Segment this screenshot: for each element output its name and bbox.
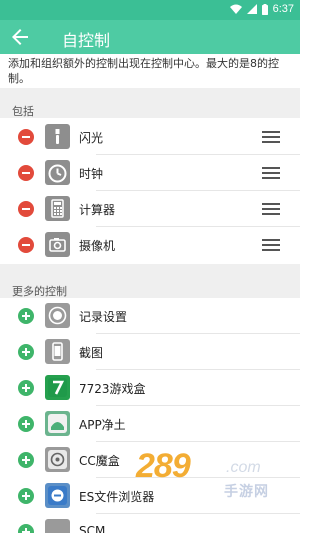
control-row-app-pure[interactable]: APP净土: [0, 406, 300, 442]
status-icons: 6:37: [229, 3, 294, 15]
control-row-flashlight[interactable]: 闪光: [0, 119, 300, 155]
timer-icon: [45, 160, 70, 185]
control-row-partial[interactable]: SCM...: [0, 514, 300, 533]
wifi-icon: [229, 4, 242, 14]
add-button[interactable]: [18, 308, 34, 324]
back-button[interactable]: [8, 25, 32, 49]
watermark-text: 手游网: [224, 484, 269, 500]
add-button[interactable]: [18, 524, 34, 533]
control-label: 记录设置: [79, 310, 128, 324]
es-file-explorer-icon: [45, 483, 70, 508]
add-button[interactable]: [18, 416, 34, 432]
control-row-camera[interactable]: 摄像机: [0, 227, 300, 263]
control-row-calculator[interactable]: 计算器: [0, 191, 300, 227]
arrow-left-icon: [12, 29, 28, 45]
remove-button[interactable]: [18, 129, 34, 145]
drag-handle-icon[interactable]: [262, 131, 280, 143]
status-bar: 6:37: [0, 0, 300, 20]
watermark-domain: .com: [226, 459, 261, 476]
control-label: 摄像机: [79, 239, 116, 253]
record-icon: [45, 303, 70, 328]
drag-handle-icon[interactable]: [262, 203, 280, 215]
section-label-included: 包括: [12, 105, 34, 118]
control-label: 时钟: [79, 167, 104, 181]
app-icon: [45, 519, 70, 533]
add-button[interactable]: [18, 344, 34, 360]
control-row-screenshot[interactable]: 截图: [0, 334, 300, 370]
status-time: 6:37: [272, 3, 294, 15]
app-bar: 自控制: [0, 20, 300, 54]
add-button[interactable]: [18, 452, 34, 468]
section-label-more: 更多的控制: [12, 285, 67, 298]
remove-button[interactable]: [18, 237, 34, 253]
description-text: 添加和组织额外的控制出现在控制中心。最大的是8的控制。: [8, 57, 279, 85]
control-label: 计算器: [79, 203, 116, 217]
cc-box-icon: [45, 447, 70, 472]
remove-button[interactable]: [18, 201, 34, 217]
drag-handle-icon[interactable]: [262, 239, 280, 251]
calculator-icon: [45, 196, 70, 221]
control-label: 闪光: [79, 131, 104, 145]
drag-handle-icon[interactable]: [262, 167, 280, 179]
camera-icon: [45, 232, 70, 257]
screenshot-icon: [45, 339, 70, 364]
remove-button[interactable]: [18, 165, 34, 181]
control-label: 截图: [79, 346, 104, 360]
control-row-timer[interactable]: 时钟: [0, 155, 300, 191]
control-row-7723[interactable]: 7723游戏盒: [0, 370, 300, 406]
app-7723-icon: [45, 375, 70, 400]
watermark-logo: 289 .com 手游网: [134, 447, 294, 503]
page-title: 自控制: [62, 31, 111, 50]
battery-icon: [261, 3, 268, 15]
add-button[interactable]: [18, 488, 34, 504]
control-row-record[interactable]: 记录设置: [0, 298, 300, 334]
control-label: CC魔盒: [79, 454, 120, 468]
watermark-number: 289: [136, 447, 191, 485]
flashlight-icon: [45, 124, 70, 149]
control-label: APP净土: [79, 418, 126, 432]
add-button[interactable]: [18, 380, 34, 396]
section-header-included: [0, 88, 300, 118]
android-app-icon: [45, 411, 70, 436]
signal-icon: [246, 4, 257, 14]
control-label: 7723游戏盒: [79, 382, 146, 396]
control-label: SCM...: [79, 524, 117, 533]
